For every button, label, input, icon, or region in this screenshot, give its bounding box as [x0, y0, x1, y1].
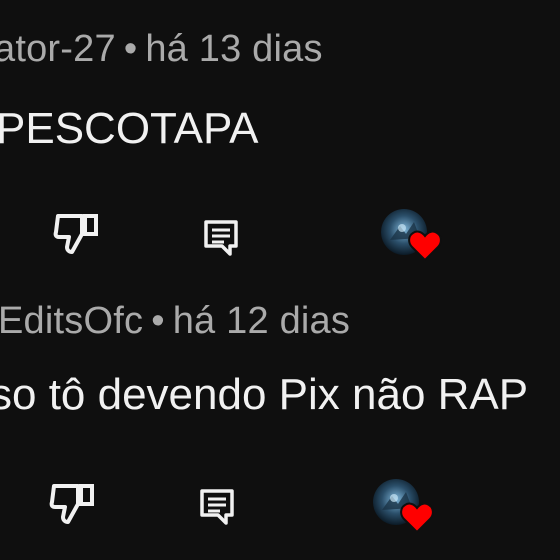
creator-heart-badge: [380, 208, 446, 266]
creator-heart-badge: [372, 478, 438, 536]
thumbs-down-icon[interactable]: [52, 210, 102, 256]
comment-text: so tô devendo Pix não RAP: [0, 370, 529, 419]
meta-separator: •: [151, 300, 165, 342]
comment-item: ator-27 • há 13 dias PESCOTAPA: [0, 0, 560, 270]
comment-text: PESCOTAPA: [0, 104, 259, 153]
comment-author[interactable]: ator-27: [0, 28, 116, 70]
thumbs-down-icon[interactable]: [48, 480, 98, 526]
comment-header: ator-27 • há 13 dias: [0, 28, 323, 71]
comment-header: EditsOfc • há 12 dias: [0, 300, 350, 343]
meta-separator: •: [123, 28, 138, 70]
comment-timestamp[interactable]: há 12 dias: [173, 300, 350, 342]
heart-icon: [408, 230, 442, 262]
comment-item: EditsOfc • há 12 dias so tô devendo Pix nã…: [0, 272, 560, 542]
comment-reply-icon[interactable]: [198, 487, 238, 527]
heart-icon: [400, 502, 434, 534]
comment-timestamp[interactable]: há 13 dias: [145, 28, 322, 70]
comment-author[interactable]: EditsOfc: [0, 300, 143, 342]
comment-reply-icon[interactable]: [202, 218, 242, 258]
